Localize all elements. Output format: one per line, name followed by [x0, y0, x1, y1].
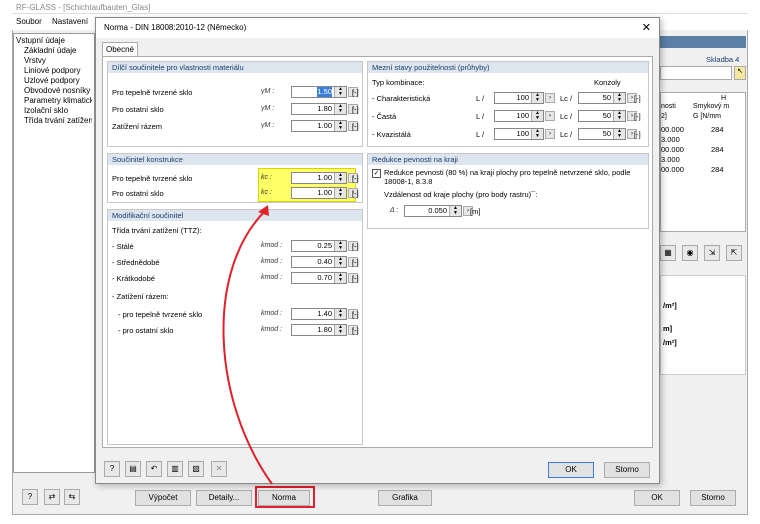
annotation-arrow: [222, 205, 273, 485]
